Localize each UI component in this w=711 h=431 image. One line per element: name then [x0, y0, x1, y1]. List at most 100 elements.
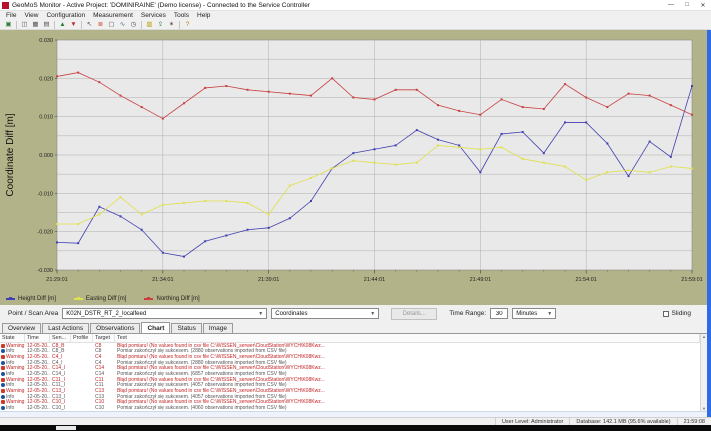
tab-image[interactable]: Image [203, 323, 233, 333]
warning-icon [1, 400, 5, 404]
legend-label: Northing Diff [m] [156, 296, 199, 302]
menu-item-tools[interactable]: Tools [170, 12, 193, 19]
tab-strip: OverviewLast ActionsObservationsChartSta… [0, 322, 711, 334]
window-title: GeoMoS Monitor - Active Project: 'DOMINI… [12, 2, 310, 9]
svg-text:21:54:01: 21:54:01 [575, 277, 596, 283]
cursor-icon[interactable]: ↖ [85, 20, 94, 29]
time-unit-value: Minutes [516, 311, 537, 317]
chart-type-value: Coordinates [275, 311, 307, 317]
menu-item-services[interactable]: Services [137, 12, 170, 19]
tab-observations[interactable]: Observations [90, 323, 140, 333]
report-icon[interactable]: ▤ [42, 20, 51, 29]
table-vertical-scrollbar[interactable]: ▲ ▼ [700, 334, 707, 411]
info-icon [1, 349, 5, 353]
legend-item-height: Height Diff [m] [6, 296, 56, 302]
svg-text:-0.010: -0.010 [37, 191, 53, 197]
toolbar-separator [54, 21, 55, 29]
svg-text:21:59:01: 21:59:01 [681, 277, 702, 283]
info-icon [1, 372, 5, 376]
clock-icon[interactable]: ◷ [129, 20, 138, 29]
chart-type-select[interactable]: Coordinates ▼ [271, 308, 379, 319]
svg-text:21:34:01: 21:34:01 [152, 277, 173, 283]
event-table: StateTimeSen...ProfileTargetText Warning… [0, 334, 711, 411]
sensor-cell: C10_I [50, 405, 71, 411]
tools-icon[interactable]: ✶ [167, 20, 176, 29]
analysis-icon[interactable]: ▥ [145, 20, 154, 29]
warning-icon [1, 344, 5, 348]
time-range-label: Time Range: [449, 310, 486, 317]
menu-bar: FileViewConfigurationMeasurementServices… [0, 11, 711, 20]
svg-text:0.010: 0.010 [39, 115, 53, 121]
copy-icon[interactable]: ◫ [20, 20, 29, 29]
svg-text:21:39:01: 21:39:01 [258, 277, 279, 283]
window-controls: — □ ✕ [663, 0, 711, 10]
menu-item-view[interactable]: View [20, 12, 42, 19]
clock-status: 21:59:08 [677, 418, 711, 425]
chart-view-icon[interactable]: ∿ [118, 20, 127, 29]
taskbar-strip [0, 425, 711, 431]
svg-text:-0.020: -0.020 [37, 230, 53, 236]
chevron-down-icon: ▼ [544, 311, 552, 317]
legend-marker-icon [6, 298, 15, 300]
table-row[interactable]: Info12-05-20...C10_IC10Pomiar zakończył … [0, 405, 711, 411]
app-window: GeoMoS Monitor - Active Project: 'DOMINI… [0, 0, 711, 431]
legend-item-northing: Northing Diff [m] [144, 296, 199, 302]
help-icon[interactable]: ? [183, 20, 192, 29]
limits-icon[interactable]: ≣ [96, 20, 105, 29]
scroll-up-icon[interactable]: ▲ [702, 334, 706, 339]
state-label: Info [6, 405, 14, 411]
status-bar: User Level: Administrator Database: 142.… [0, 417, 711, 425]
time-cell: 12-05-20... [25, 405, 50, 411]
print-icon[interactable]: ▦ [31, 20, 40, 29]
minimize-button[interactable]: — [663, 0, 679, 10]
sliding-checkbox[interactable] [663, 311, 669, 317]
time-unit-select[interactable]: Minutes ▼ [512, 308, 556, 319]
svg-text:0.000: 0.000 [39, 153, 53, 159]
stop-measurement-icon[interactable]: ▼ [69, 20, 78, 29]
column-header-time: Time [25, 334, 50, 342]
info-icon [1, 361, 5, 365]
column-header-target: Target [93, 334, 115, 342]
tab-overview[interactable]: Overview [2, 323, 41, 333]
legend-marker-icon [74, 298, 83, 300]
tab-status[interactable]: Status [171, 323, 201, 333]
taskbar-item [56, 426, 76, 430]
info-icon [1, 383, 5, 387]
table-header: StateTimeSen...ProfileTargetText [0, 334, 711, 343]
menu-item-help[interactable]: Help [193, 12, 214, 19]
point-select[interactable]: K02N_DSTR_RT_2_localfeed ▼ [62, 308, 267, 319]
chart-panel: 0.0300.0200.0100.000-0.010-0.020-0.03021… [0, 30, 711, 305]
right-edge-highlight [707, 30, 711, 417]
svg-text:0.030: 0.030 [39, 38, 53, 44]
chart-canvas[interactable]: 0.0300.0200.0100.000-0.010-0.020-0.03021… [0, 30, 711, 305]
point-select-value: K02N_DSTR_RT_2_localfeed [66, 311, 146, 317]
title-bar: GeoMoS Monitor - Active Project: 'DOMINI… [0, 0, 711, 11]
legend-label: Height Diff [m] [18, 296, 56, 302]
info-icon [1, 406, 5, 410]
legend-label: Easting Diff [m] [86, 296, 127, 302]
chart-legend: Height Diff [m] Easting Diff [m] Northing … [6, 296, 200, 302]
warning-icon [1, 355, 5, 359]
svg-text:21:29:01: 21:29:01 [46, 277, 67, 283]
menu-item-configuration[interactable]: Configuration [42, 12, 89, 19]
chevron-down-icon: ▼ [367, 311, 375, 317]
menu-item-file[interactable]: File [2, 12, 20, 19]
tab-last-actions[interactable]: Last Actions [42, 323, 89, 333]
menu-item-measurement[interactable]: Measurement [89, 12, 137, 19]
monitor-view-icon[interactable]: ▢ [107, 20, 116, 29]
close-button[interactable]: ✕ [695, 0, 711, 10]
project-icon[interactable]: ▣ [4, 20, 13, 29]
chart-controls: Point / Scan Area K02N_DSTR_RT_2_localfe… [0, 305, 711, 322]
database-status: Database: 142.1 MB (95.6% available) [569, 418, 676, 425]
svg-text:21:49:01: 21:49:01 [470, 277, 491, 283]
toolbar-separator [141, 21, 142, 29]
export-icon[interactable]: ⇪ [156, 20, 165, 29]
time-range-input[interactable] [490, 308, 508, 319]
chevron-down-icon: ▼ [255, 311, 263, 317]
toolbar-separator [16, 21, 17, 29]
start-measurement-icon[interactable]: ▲ [58, 20, 67, 29]
details-button[interactable]: Details... [391, 308, 437, 320]
tab-chart[interactable]: Chart [141, 322, 170, 333]
maximize-button[interactable]: □ [679, 0, 695, 10]
scroll-down-icon[interactable]: ▼ [702, 406, 706, 411]
